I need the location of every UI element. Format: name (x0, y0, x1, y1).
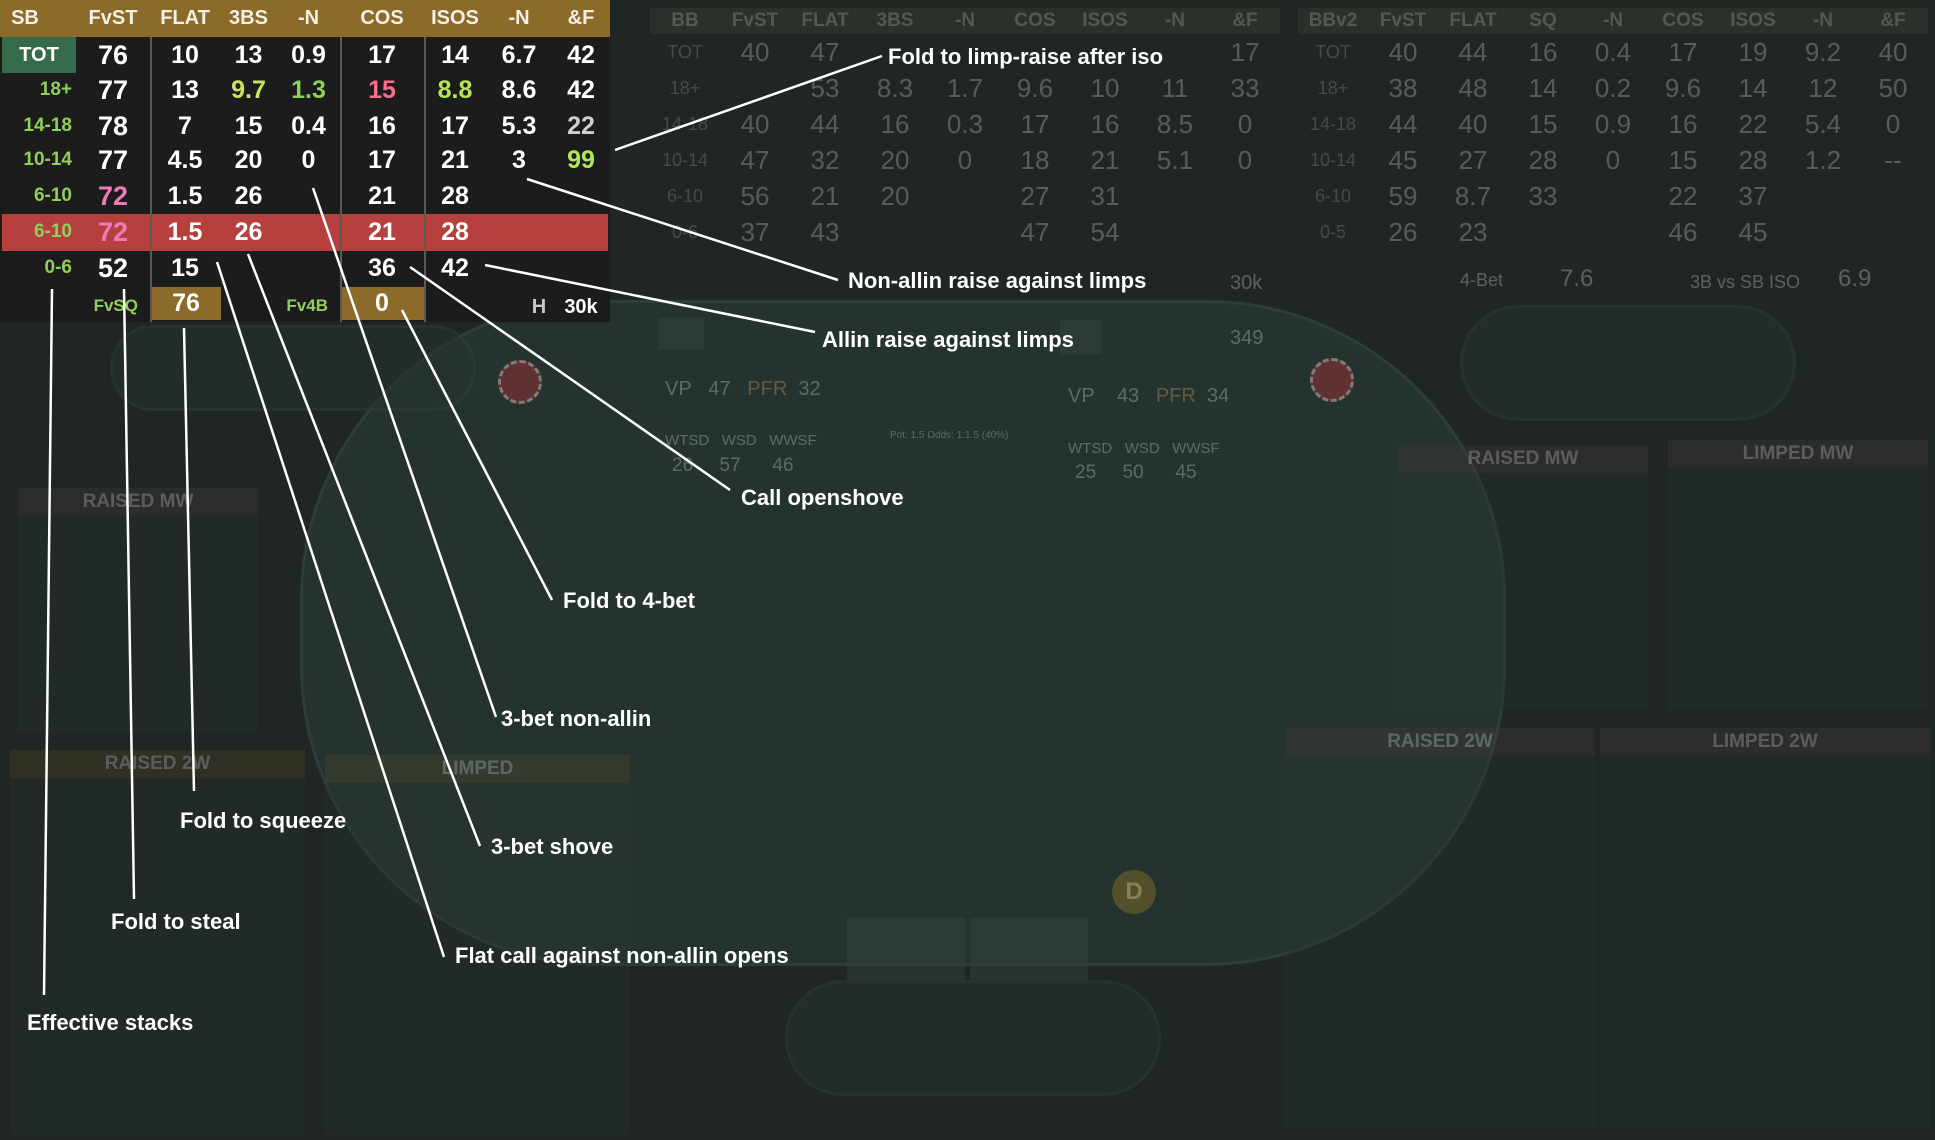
hud-screenshot: D BB FvST FLAT 3BS -N COS ISOS -N &F TOT 40 47 17 18… (0, 0, 1935, 1140)
callout-allin-raise-limps: Allin raise against limps (822, 327, 1074, 352)
leader-line (400, 309, 554, 601)
callout-flat-call: Flat call against non-allin opens (455, 943, 789, 968)
leader-line (409, 265, 731, 492)
leader-line (215, 261, 446, 958)
leader-line (246, 253, 482, 847)
leader-line (122, 288, 136, 900)
callout-leader-lines (42, 54, 883, 996)
callout-fold-to-limp-raise: Fold to limp-raise after iso (888, 44, 1164, 69)
leader-line (182, 327, 196, 792)
callout-fold-to-squeeze: Fold to squeeze (180, 808, 347, 833)
leader-line (42, 288, 54, 996)
callout-effective-stacks: Effective stacks (27, 1010, 194, 1035)
leader-line (526, 177, 839, 282)
callout-call-openshove: Call openshove (741, 485, 904, 510)
callout-fold-to-4bet: Fold to 4-bet (563, 588, 695, 613)
callout-3bet-non-allin: 3-bet non-allin (501, 706, 652, 731)
callout-fold-to-steal: Fold to steal (111, 909, 241, 934)
leader-line (614, 54, 883, 152)
callout-non-allin-raise-limps: Non-allin raise against limps (848, 268, 1147, 293)
callout-3bet-shove: 3-bet shove (491, 834, 614, 859)
leader-line (484, 263, 816, 334)
